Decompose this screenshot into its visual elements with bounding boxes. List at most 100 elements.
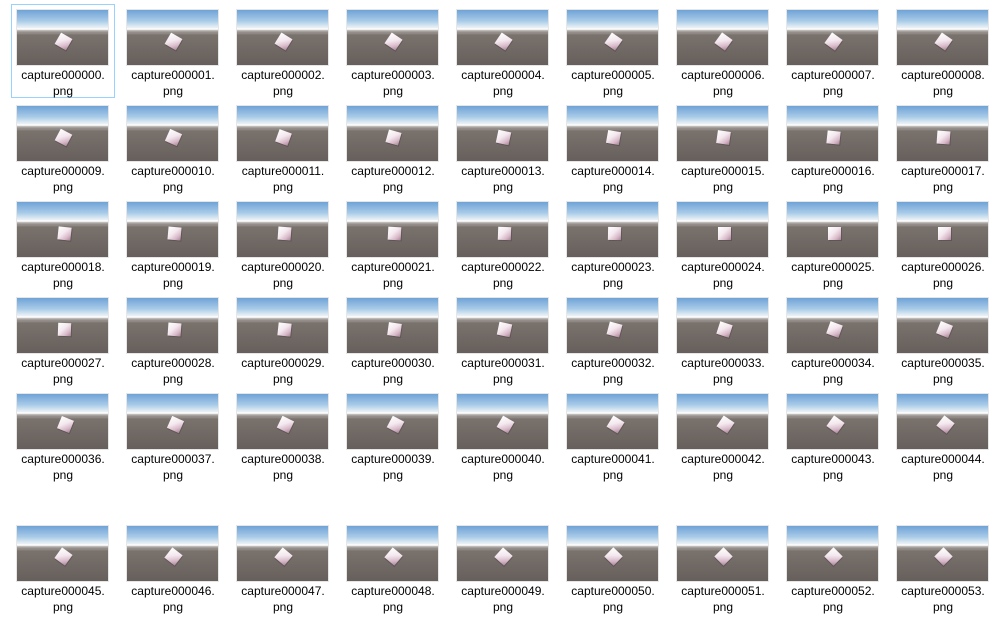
file-name-label: capture000047. png <box>232 583 334 615</box>
file-item[interactable]: capture000000. png <box>11 4 115 98</box>
file-item[interactable]: capture000045. png <box>11 520 115 614</box>
file-item[interactable]: capture000003. png <box>341 4 445 98</box>
file-item[interactable]: capture000022. png <box>451 196 555 290</box>
file-item[interactable]: capture000040. png <box>451 388 555 482</box>
file-name-label: capture000026. png <box>892 259 994 291</box>
file-item[interactable]: capture000049. png <box>451 520 555 614</box>
thumbnail-sky <box>127 10 218 30</box>
file-item[interactable]: capture000023. png <box>561 196 665 290</box>
file-name-label: capture000041. png <box>562 451 664 483</box>
file-name-label: capture000037. png <box>122 451 224 483</box>
thumbnail-sky <box>457 106 548 126</box>
file-thumbnail <box>127 106 218 161</box>
file-item[interactable]: capture000048. png <box>341 520 445 614</box>
file-item[interactable]: capture000036. png <box>11 388 115 482</box>
file-name-line2: png <box>712 84 734 98</box>
file-item[interactable]: capture000050. png <box>561 520 665 614</box>
file-thumbnail <box>237 106 328 161</box>
file-item[interactable]: capture000031. png <box>451 292 555 386</box>
file-name-line2: png <box>382 372 404 386</box>
file-thumbnail <box>347 202 438 257</box>
file-item[interactable]: capture000010. png <box>121 100 225 194</box>
file-item[interactable]: capture000024. png <box>671 196 775 290</box>
file-item[interactable]: capture000032. png <box>561 292 665 386</box>
thumbnail-sky <box>237 106 328 126</box>
file-item[interactable]: capture000006. png <box>671 4 775 98</box>
file-item[interactable]: capture000025. png <box>781 196 885 290</box>
file-item[interactable]: capture000029. png <box>231 292 335 386</box>
thumbnail-sky <box>457 10 548 30</box>
thumbnail-sky <box>237 526 328 546</box>
file-thumbnail <box>677 106 768 161</box>
file-name-line1: capture000053. <box>901 584 985 598</box>
file-item[interactable]: capture000017. png <box>891 100 995 194</box>
file-item[interactable]: capture000044. png <box>891 388 995 482</box>
file-name-line2: png <box>602 276 624 290</box>
file-item[interactable]: capture000033. png <box>671 292 775 386</box>
file-name-line2: png <box>52 276 74 290</box>
file-item[interactable]: capture000021. png <box>341 196 445 290</box>
file-item[interactable]: capture000019. png <box>121 196 225 290</box>
file-item[interactable]: capture000027. png <box>11 292 115 386</box>
file-item[interactable]: capture000011. png <box>231 100 335 194</box>
file-item[interactable]: capture000012. png <box>341 100 445 194</box>
file-item[interactable]: capture000008. png <box>891 4 995 98</box>
file-item[interactable]: capture000016. png <box>781 100 885 194</box>
file-item[interactable]: capture000034. png <box>781 292 885 386</box>
file-name-line1: capture000015. <box>681 164 765 178</box>
file-name-line1: capture000048. <box>351 584 435 598</box>
file-name-line1: capture000009. <box>21 164 105 178</box>
file-thumbnail <box>127 526 218 581</box>
file-item[interactable]: capture000014. png <box>561 100 665 194</box>
file-thumbnail <box>347 298 438 353</box>
file-item[interactable]: capture000047. png <box>231 520 335 614</box>
file-item[interactable]: capture000005. png <box>561 4 665 98</box>
file-item[interactable]: capture000015. png <box>671 100 775 194</box>
thumbnail-horizon <box>17 316 108 323</box>
file-name-label: capture000038. png <box>232 451 334 483</box>
file-item[interactable]: capture000018. png <box>11 196 115 290</box>
thumbnail-sky <box>567 202 658 222</box>
file-item[interactable]: capture000046. png <box>121 520 225 614</box>
file-item[interactable]: capture000007. png <box>781 4 885 98</box>
file-name-line1: capture000040. <box>461 452 545 466</box>
file-item[interactable]: capture000030. png <box>341 292 445 386</box>
thumbnail-sky <box>457 202 548 222</box>
file-item[interactable]: capture000037. png <box>121 388 225 482</box>
file-item[interactable]: capture000035. png <box>891 292 995 386</box>
file-thumbnail <box>347 106 438 161</box>
file-item[interactable]: capture000001. png <box>121 4 225 98</box>
cube-object <box>608 226 622 240</box>
file-thumbnail <box>897 394 988 449</box>
file-name-label: capture000015. png <box>672 163 774 195</box>
file-name-line1: capture000039. <box>351 452 435 466</box>
file-name-line1: capture000006. <box>681 68 765 82</box>
file-item[interactable]: capture000020. png <box>231 196 335 290</box>
file-item[interactable]: capture000002. png <box>231 4 335 98</box>
file-name-line1: capture000010. <box>131 164 215 178</box>
file-name-label: capture000036. png <box>12 451 114 483</box>
file-thumbnail <box>567 202 658 257</box>
file-item[interactable]: capture000038. png <box>231 388 335 482</box>
file-item[interactable]: capture000042. png <box>671 388 775 482</box>
file-name-line1: capture000025. <box>791 260 875 274</box>
file-item[interactable]: capture000026. png <box>891 196 995 290</box>
thumbnail-sky <box>457 526 548 546</box>
file-item[interactable]: capture000004. png <box>451 4 555 98</box>
thumbnail-sky <box>237 10 328 30</box>
file-item[interactable]: capture000028. png <box>121 292 225 386</box>
file-item[interactable]: capture000043. png <box>781 388 885 482</box>
file-thumbnail <box>787 106 878 161</box>
file-name-line2: png <box>492 600 514 614</box>
file-item[interactable]: capture000013. png <box>451 100 555 194</box>
file-item[interactable]: capture000052. png <box>781 520 885 614</box>
file-item[interactable]: capture000051. png <box>671 520 775 614</box>
file-item[interactable]: capture000053. png <box>891 520 995 614</box>
file-item[interactable]: capture000009. png <box>11 100 115 194</box>
file-name-line1: capture000014. <box>571 164 655 178</box>
file-item[interactable]: capture000041. png <box>561 388 665 482</box>
file-name-line2: png <box>712 468 734 482</box>
file-item[interactable]: capture000039. png <box>341 388 445 482</box>
file-name-label: capture000033. png <box>672 355 774 387</box>
file-name-line1: capture000035. <box>901 356 985 370</box>
